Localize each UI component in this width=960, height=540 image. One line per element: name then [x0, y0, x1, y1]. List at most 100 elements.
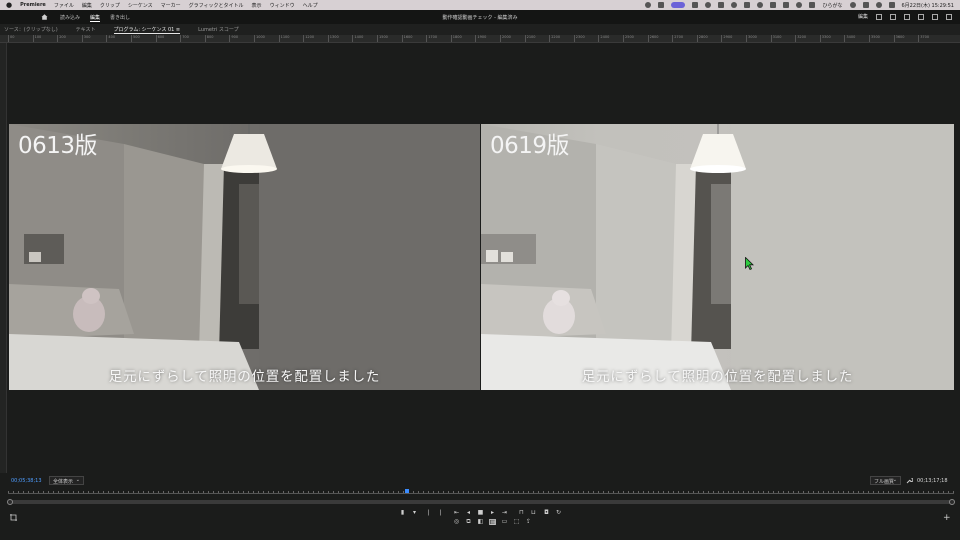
monitor-timeline-ruler[interactable]: [8, 488, 954, 494]
tab-source-monitor[interactable]: ソース：(クリップなし): [4, 26, 58, 33]
timeline-tick: [823, 491, 824, 493]
status-icon[interactable]: [705, 2, 712, 8]
compare-view-icon[interactable]: ⧉: [465, 519, 472, 525]
stop-icon[interactable]: ■: [477, 510, 484, 516]
control-center-icon[interactable]: [862, 2, 869, 8]
timeline-tick: [688, 491, 689, 493]
status-icon[interactable]: [645, 2, 652, 8]
help-icon[interactable]: [918, 13, 924, 20]
tab-text[interactable]: テキスト: [76, 26, 96, 33]
ruler-label: 1000: [256, 35, 265, 39]
timeline-tick: [138, 491, 139, 493]
timeline-tick: [108, 491, 109, 493]
mark-in-icon[interactable]: ❘: [425, 510, 432, 516]
status-icon[interactable]: [744, 2, 751, 8]
loop-icon[interactable]: ↻: [555, 510, 562, 516]
timeline-tick: [188, 491, 189, 493]
insert-icon[interactable]: ⊓: [518, 510, 525, 516]
ruler-tick: [500, 35, 501, 42]
ruler-tick: [278, 35, 280, 42]
timeline-tick: [53, 491, 54, 493]
timeline-tick: [733, 491, 734, 493]
menu-clip[interactable]: クリップ: [100, 2, 120, 9]
marker-icon[interactable]: ▾: [411, 510, 418, 516]
ruler-label: 1600: [403, 35, 413, 39]
ruler-label: 3000: [748, 35, 757, 39]
status-icon[interactable]: [692, 2, 699, 8]
vr-view-icon[interactable]: ▭: [501, 519, 508, 525]
status-icon[interactable]: [731, 2, 738, 8]
side-by-side-icon[interactable]: ▦: [489, 519, 496, 526]
add-marker-icon[interactable]: ▮: [399, 510, 406, 516]
status-icon[interactable]: [658, 2, 665, 8]
go-to-in-icon[interactable]: ⇤: [453, 510, 460, 516]
step-forward-icon[interactable]: ▸: [489, 510, 496, 516]
timeline-tick: [463, 491, 464, 493]
ruler-tick: [8, 35, 9, 42]
go-to-out-icon[interactable]: ⇥: [501, 510, 508, 516]
playback-quality-select[interactable]: フル画質 ⌄: [870, 476, 901, 485]
timeline-tick: [318, 491, 319, 493]
menu-sequence[interactable]: シーケンス: [128, 2, 153, 9]
apple-icon[interactable]: ●: [6, 1, 12, 9]
battery-icon[interactable]: [783, 2, 790, 8]
playhead-timecode[interactable]: 00;05;38;13: [11, 478, 42, 484]
zoom-handle-right[interactable]: [949, 499, 955, 505]
timeline-tick: [938, 491, 939, 493]
notifications-icon[interactable]: [932, 13, 938, 20]
menu-window[interactable]: ウィンドウ: [270, 2, 295, 9]
timeline-tick: [358, 491, 359, 493]
fullscreen-icon[interactable]: [946, 13, 952, 20]
overwrite-icon[interactable]: ⊔: [530, 510, 537, 516]
layout-icon[interactable]: [876, 13, 882, 20]
menu-view[interactable]: 表示: [252, 2, 262, 9]
step-back-icon[interactable]: ◂: [465, 510, 472, 516]
timeline-tick: [338, 491, 339, 493]
menu-file[interactable]: ファイル: [54, 2, 74, 9]
screen-record-icon[interactable]: [671, 2, 686, 8]
timeline-tick: [868, 491, 869, 493]
menu-help[interactable]: ヘルプ: [303, 2, 318, 9]
app-name-menu[interactable]: Premiere: [20, 2, 46, 8]
input-source-icon[interactable]: [809, 2, 816, 8]
wrench-icon[interactable]: [906, 477, 913, 484]
caption-text: 足元にずらして照明の位置を配置しました: [581, 369, 854, 385]
menu-marker[interactable]: マーカー: [161, 2, 181, 9]
tab-lumetri-scopes[interactable]: Lumetri スコープ: [198, 26, 239, 33]
ruler-tick: [869, 35, 870, 42]
status-icon[interactable]: [770, 2, 777, 8]
bluetooth-icon[interactable]: [796, 2, 803, 8]
tab-program-monitor[interactable]: プログラム: シーケンス 01 ≡: [113, 26, 181, 34]
status-icon[interactable]: [718, 2, 725, 8]
workspace-label[interactable]: 編集: [858, 13, 868, 20]
add-button-icon[interactable]: +: [943, 513, 951, 523]
mark-out-icon[interactable]: ❘: [437, 510, 444, 516]
siri-icon[interactable]: [888, 2, 895, 8]
timeline-tick: [523, 491, 524, 493]
share-icon[interactable]: [904, 13, 910, 20]
timeline-tick: [648, 491, 649, 493]
quick-export-icon[interactable]: [890, 13, 896, 20]
zoom-handle-left[interactable]: [7, 499, 13, 505]
export-frame-icon[interactable]: ⬚: [513, 519, 520, 525]
safe-margins-icon[interactable]: ◎: [453, 519, 460, 525]
playhead-marker[interactable]: [405, 489, 409, 493]
camera-icon[interactable]: ◘: [543, 510, 550, 516]
menu-graphics[interactable]: グラフィックとタイトル: [189, 2, 244, 9]
wifi-icon[interactable]: [849, 2, 856, 8]
timeline-tick: [353, 491, 354, 493]
fit-select[interactable]: 全体表示 ⌄: [49, 476, 84, 485]
chevron-down-icon: ⌄: [892, 477, 897, 483]
timeline-tick: [303, 491, 304, 493]
status-icon[interactable]: [757, 2, 764, 8]
menubar-clock[interactable]: 6月22日(木) 15:29:51: [902, 2, 955, 9]
timeline-tick: [173, 491, 174, 493]
menu-edit[interactable]: 編集: [82, 2, 92, 9]
share-icon[interactable]: ⇪: [525, 519, 532, 525]
zoom-scrollbar[interactable]: [7, 499, 955, 505]
split-view-icon[interactable]: ◧: [477, 519, 484, 525]
input-source-label[interactable]: ひらがな: [822, 2, 842, 9]
search-icon[interactable]: [875, 2, 882, 8]
timeline-tick: [333, 491, 334, 493]
ruler-label: 900: [231, 35, 239, 39]
